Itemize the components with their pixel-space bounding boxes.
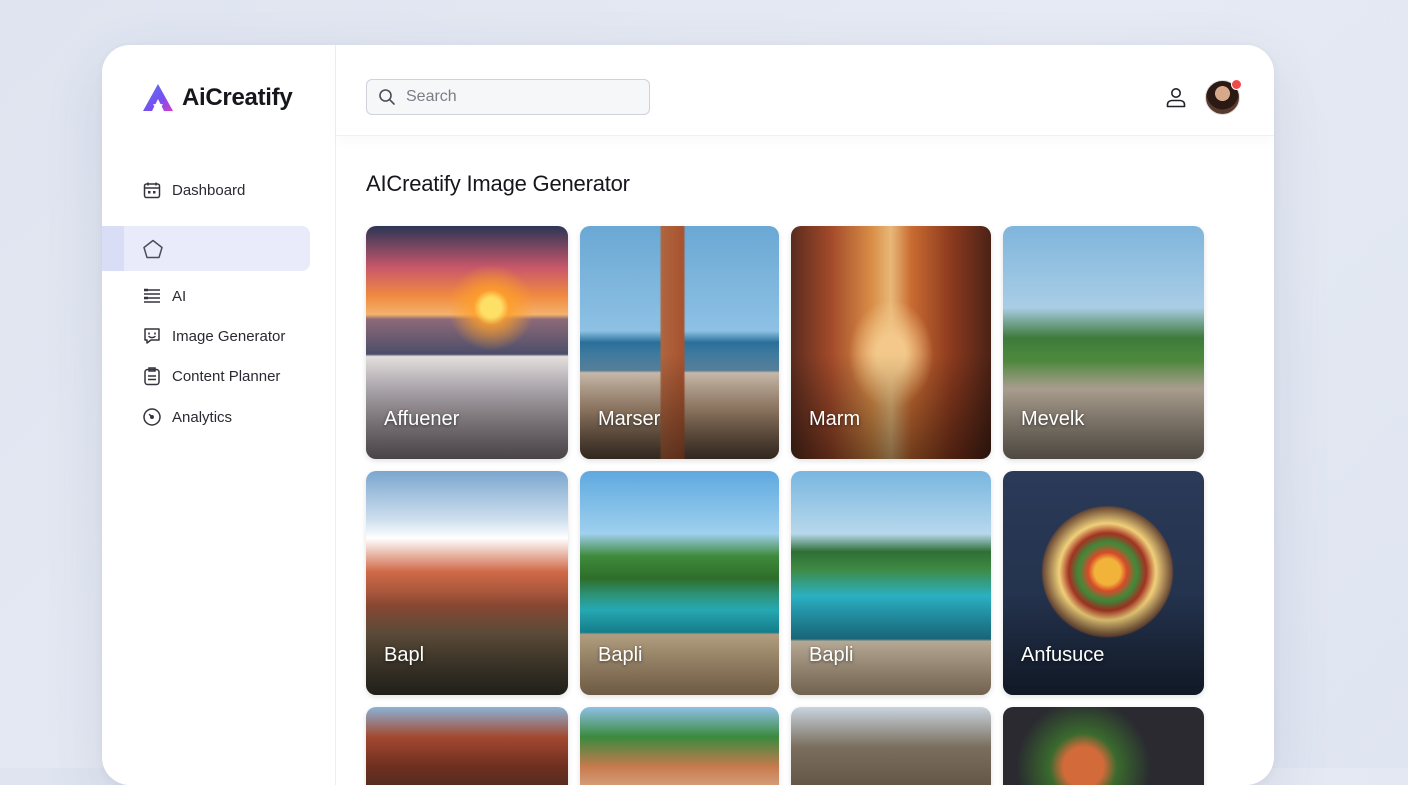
card-shade <box>366 354 568 459</box>
sidebar-item-ai[interactable]: AI <box>142 284 186 308</box>
image-card[interactable] <box>580 707 779 785</box>
card-shade <box>1003 354 1204 459</box>
card-label: Anfusuce <box>1021 644 1105 666</box>
card-label: Marser <box>598 408 661 430</box>
search-icon <box>379 89 395 105</box>
calendar-grid-icon <box>142 180 162 200</box>
search-box[interactable] <box>366 79 650 115</box>
sidebar-item-label: Analytics <box>172 408 233 426</box>
sidebar-item-home[interactable] <box>102 226 310 271</box>
sidebar-item-label: AI <box>172 287 187 305</box>
image-card[interactable]: Affuener <box>366 226 568 459</box>
image-card[interactable]: Marm <box>791 226 991 459</box>
card-label: Affuener <box>384 408 460 430</box>
app-window: AiCreatify Dashboard AI Image Generator … <box>102 45 1274 785</box>
user-icon[interactable] <box>1164 85 1188 109</box>
chat-face-icon <box>142 326 162 346</box>
sidebar-item-label: Content Planner <box>172 367 281 385</box>
image-card[interactable]: Anfusuce <box>1003 471 1204 695</box>
card-label: Bapl <box>384 644 425 666</box>
notification-dot <box>1231 79 1242 90</box>
card-label: Mevelk <box>1021 408 1085 430</box>
card-label: Bapli <box>598 644 643 666</box>
card-shade <box>791 354 991 459</box>
image-card[interactable]: Bapli <box>791 471 991 695</box>
image-card[interactable] <box>1003 707 1204 785</box>
page-title: AICreatify Image Generator <box>366 171 630 196</box>
search-input[interactable] <box>404 87 628 107</box>
app-name: AiCreatify <box>182 84 293 111</box>
gauge-icon <box>142 407 162 427</box>
sidebar-item-label: Image Generator <box>172 327 286 345</box>
sidebar-item-label: Dashboard <box>172 181 246 199</box>
image-card[interactable]: Bapli <box>580 471 779 695</box>
home-icon <box>142 238 164 265</box>
top-bar <box>336 45 1274 136</box>
logo-icon <box>143 84 173 111</box>
card-label: Marm <box>809 408 861 430</box>
sidebar-item-dashboard[interactable]: Dashboard <box>142 178 245 202</box>
avatar[interactable] <box>1205 79 1242 115</box>
image-card[interactable]: Bapl <box>366 471 568 695</box>
sidebar-item-image-generator[interactable]: Image Generator <box>142 324 285 348</box>
sidebar: AiCreatify Dashboard AI Image Generator … <box>102 45 336 785</box>
image-card[interactable]: Mevelk <box>1003 226 1204 459</box>
card-shade <box>580 354 779 459</box>
sidebar-item-analytics[interactable]: Analytics <box>142 405 232 429</box>
clipboard-icon <box>142 366 162 386</box>
image-card[interactable] <box>366 707 568 785</box>
image-card[interactable] <box>791 707 991 785</box>
app-logo[interactable]: AiCreatify <box>142 83 293 113</box>
image-card[interactable]: Marser <box>580 226 779 459</box>
list-lines-icon <box>142 286 162 306</box>
active-indicator <box>102 226 124 271</box>
card-label: Bapli <box>809 644 854 666</box>
sidebar-item-content-planner[interactable]: Content Planner <box>142 364 280 388</box>
